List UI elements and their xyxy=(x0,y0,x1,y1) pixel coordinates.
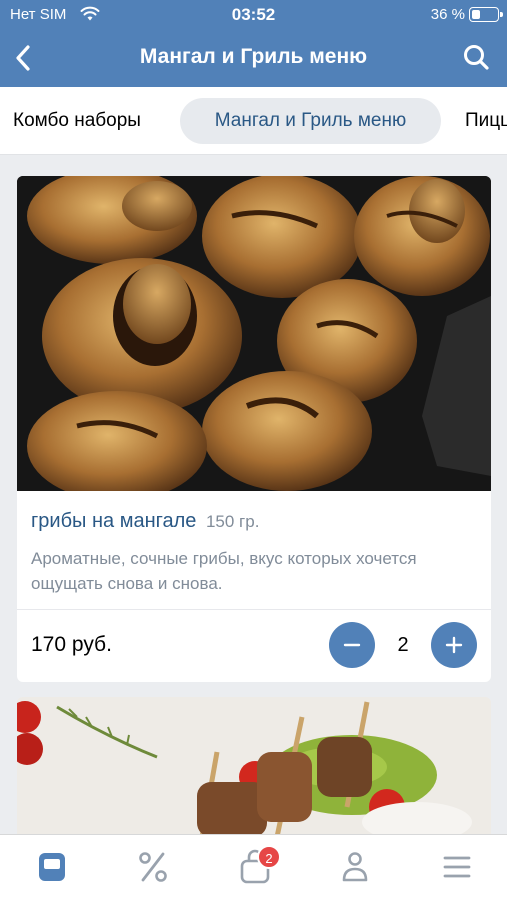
search-icon[interactable] xyxy=(457,38,497,78)
battery-icon xyxy=(469,7,503,22)
bottom-nav-menu[interactable] xyxy=(30,847,74,887)
chevron-left-icon[interactable] xyxy=(6,38,46,78)
bottom-nav-more[interactable] xyxy=(435,847,479,887)
hamburger-icon xyxy=(443,856,471,878)
cart-badge: 2 xyxy=(257,845,281,869)
next-product-image xyxy=(17,697,491,837)
product-description: Ароматные, сочные грибы, вкус которых хо… xyxy=(31,549,417,593)
decrease-quantity-button[interactable] xyxy=(329,622,375,668)
product-weight: 150 гр. xyxy=(205,512,260,531)
divider xyxy=(17,609,491,610)
bottom-navigation xyxy=(0,834,507,900)
profile-icon xyxy=(342,852,368,882)
navigation-bar: Мангал и Гриль меню xyxy=(0,30,507,87)
quantity-value: 2 xyxy=(397,634,409,656)
plus-icon xyxy=(445,636,463,654)
bottom-nav-discounts[interactable] xyxy=(131,847,175,887)
tab-combo-sets[interactable]: Комбо наборы xyxy=(13,98,141,144)
product-price: 170 руб. xyxy=(31,633,112,656)
page-title: Мангал и Гриль меню xyxy=(139,45,368,68)
increase-quantity-button[interactable] xyxy=(431,622,477,668)
minus-icon xyxy=(343,643,361,647)
product-name[interactable]: грибы на мангале xyxy=(31,510,196,532)
top-bar: Нет SIM 03:52 36 % Мангал и Гриль меню xyxy=(0,0,507,87)
tab-grill-menu[interactable]: Мангал и Гриль меню xyxy=(180,98,441,144)
battery-percent: 36 % xyxy=(430,6,465,23)
bottom-nav-profile[interactable] xyxy=(333,847,377,887)
product-title-row: грибы на мангале 150 гр. xyxy=(31,510,259,533)
product-card: грибы на мангале 150 гр. Ароматные, сочн… xyxy=(17,176,491,682)
percent-icon xyxy=(139,852,167,882)
status-bar: Нет SIM 03:52 36 % xyxy=(0,0,507,30)
tab-pizza[interactable]: Пицца xyxy=(465,98,507,144)
next-product-card[interactable] xyxy=(17,697,491,837)
product-image[interactable] xyxy=(17,176,491,491)
category-tabs: Комбо наборы Мангал и Гриль меню Пицца xyxy=(0,87,507,155)
menu-book-icon xyxy=(39,853,65,881)
